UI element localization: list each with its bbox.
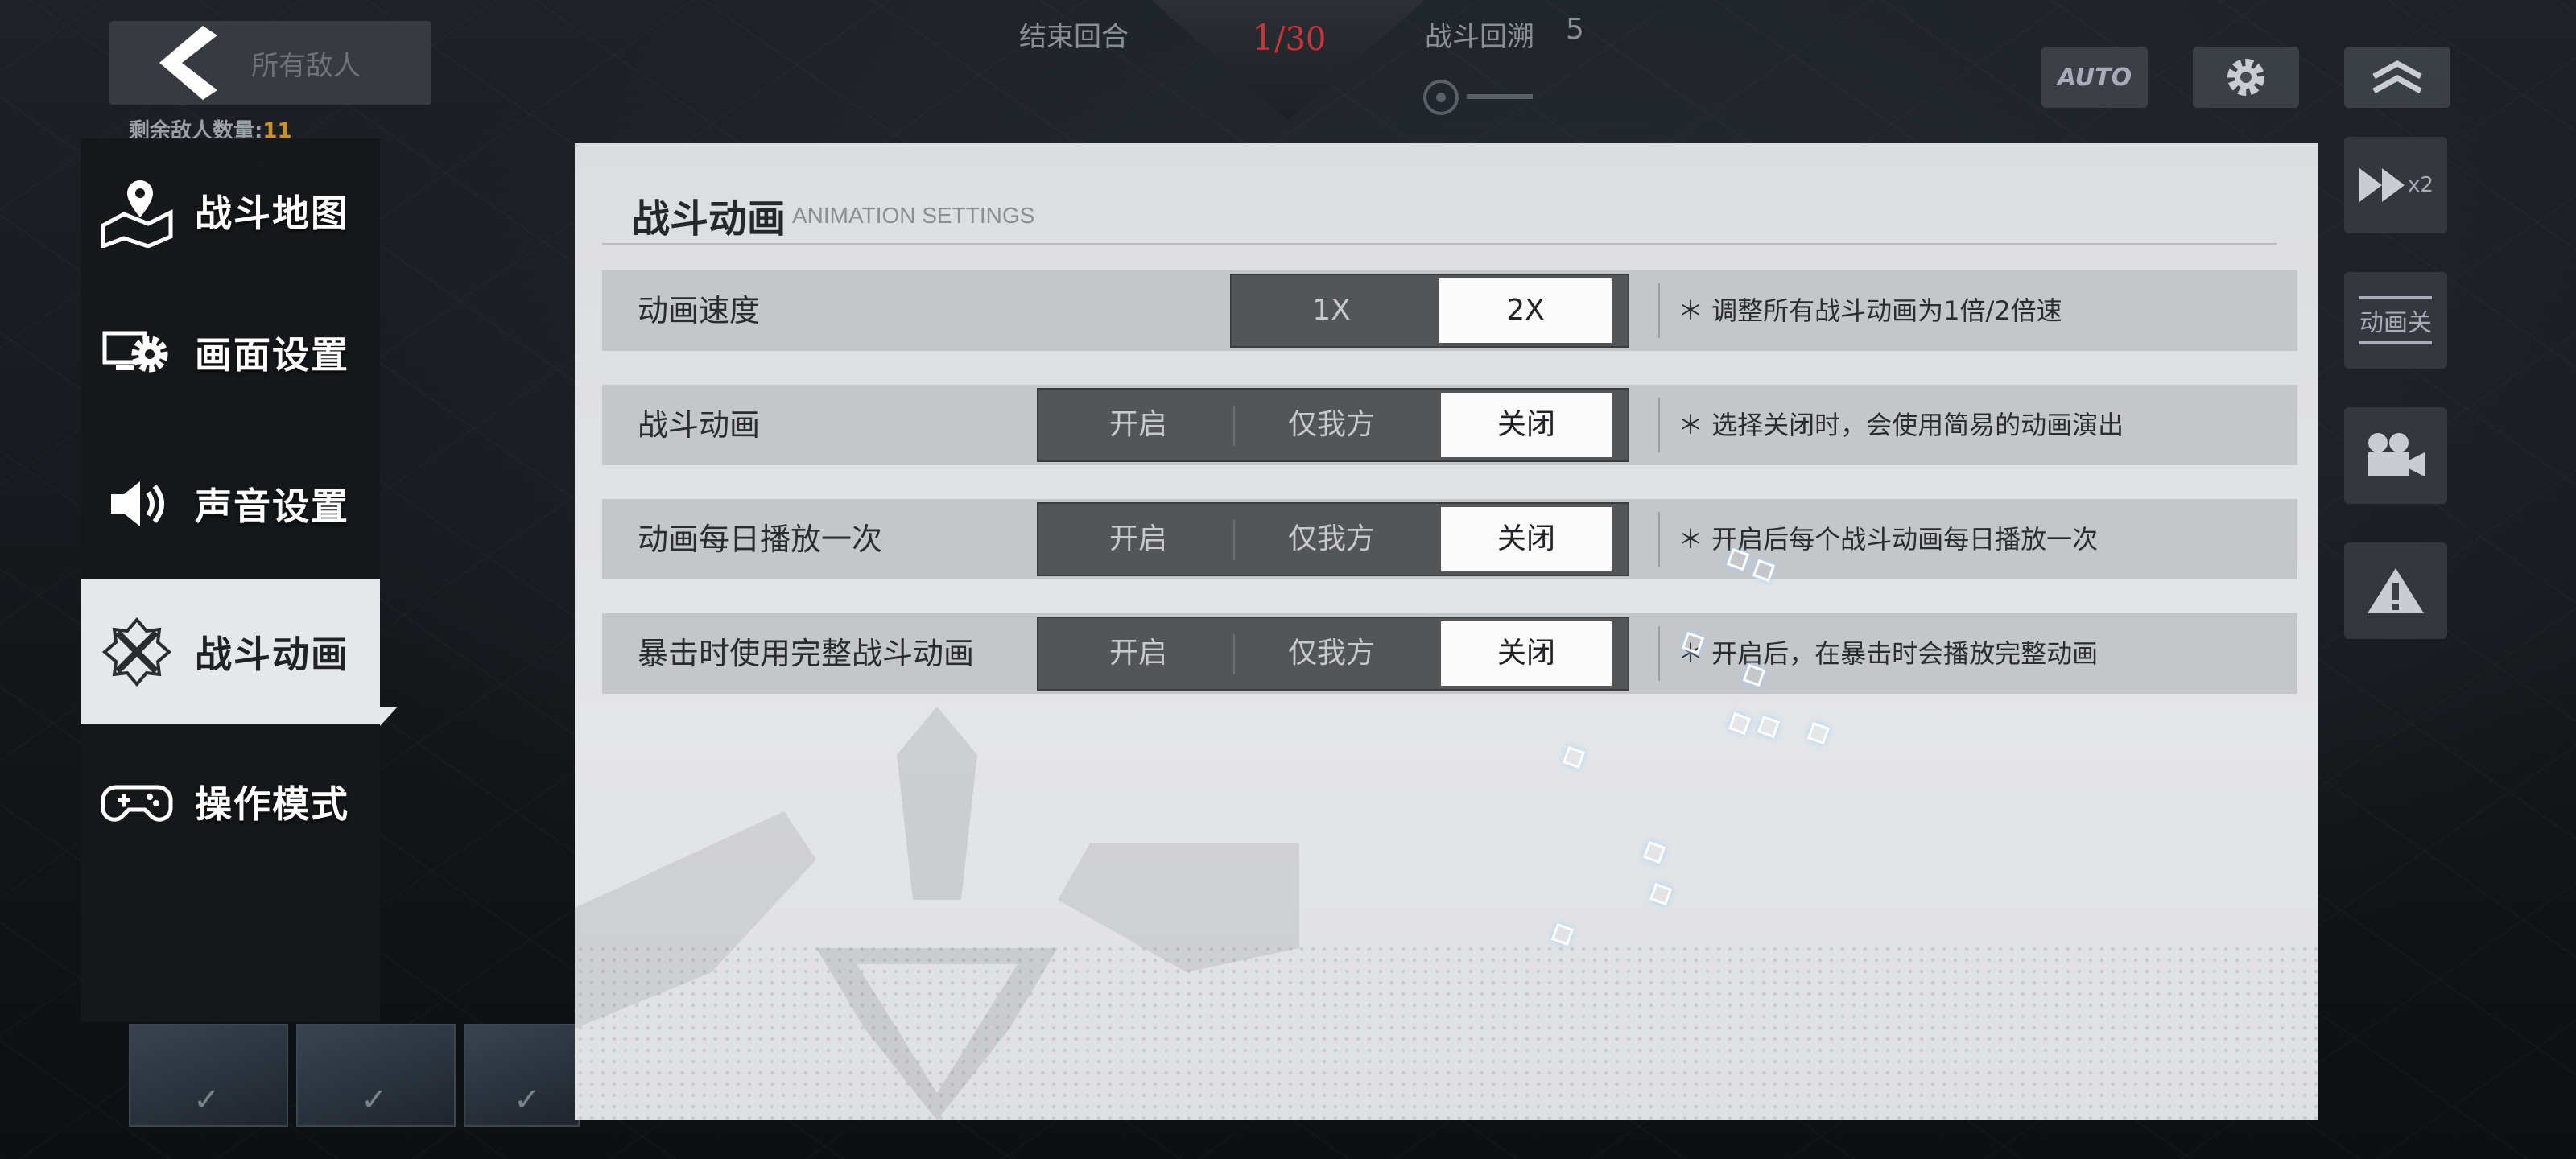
sparkle-particle — [1728, 711, 1752, 736]
setting-label: 战斗动画 — [638, 407, 761, 443]
turn-counter: 1/30 — [1252, 18, 1327, 59]
row-divider — [1658, 512, 1660, 567]
sparkle-particle — [1757, 715, 1781, 739]
target-icon — [1423, 80, 1533, 115]
option-on[interactable]: 开启 — [1042, 507, 1235, 571]
menu-item-sound-settings[interactable]: 声音设置 — [80, 431, 380, 576]
setting-note: ＊ 开启后，在暴击时会播放完整动画 — [1678, 638, 2099, 669]
dot-pattern — [575, 943, 2318, 1120]
speed-badge: x2 — [2408, 173, 2434, 197]
option-on[interactable]: 开启 — [1042, 393, 1235, 457]
enemy-filter-text: 所有敌人 — [251, 50, 361, 82]
sparkle-particle — [1649, 882, 1673, 906]
turn-total: 30 — [1285, 21, 1327, 58]
option-own-side-only[interactable]: 仅我方 — [1235, 393, 1428, 457]
option-on[interactable]: 开启 — [1042, 621, 1235, 686]
panel-subtitle: ANIMATION SETTINGS — [792, 203, 1035, 228]
setting-note: ＊ 调整所有战斗动画为1倍/2倍速 — [1678, 295, 2062, 326]
row-divider — [1658, 398, 1660, 452]
crit-animation-segmented-control: 开启 仅我方 关闭 — [1037, 617, 1629, 691]
check-icon: ✓ — [361, 1082, 388, 1119]
menu-item-battle-animation[interactable]: 战斗动画 — [80, 580, 380, 724]
end-turn-button[interactable]: 结束回合 — [1019, 14, 1129, 54]
unit-portrait[interactable]: ✓ — [296, 1024, 456, 1127]
battle-animation-segmented-control: 开启 仅我方 关闭 — [1037, 388, 1629, 462]
menu-item-label: 操作模式 — [195, 782, 349, 826]
option-own-side-only[interactable]: 仅我方 — [1235, 621, 1428, 686]
unit-portrait[interactable]: ✓ — [129, 1024, 288, 1127]
collapse-button[interactable] — [2344, 47, 2450, 108]
warning-icon — [2368, 568, 2424, 613]
auto-label: AUTO — [2057, 63, 2132, 92]
sparkle-particle — [1642, 840, 1666, 864]
back-arrow-icon[interactable] — [145, 21, 225, 105]
gear-icon — [2227, 59, 2264, 96]
auto-battle-button[interactable]: AUTO — [2041, 47, 2148, 108]
option-1x[interactable]: 1X — [1235, 278, 1428, 343]
setting-label: 动画每日播放一次 — [638, 522, 883, 557]
setting-row-battle-animation: 战斗动画 开启 仅我方 关闭 ＊ 选择关闭时，会使用简易的动画演出 — [602, 385, 2297, 465]
setting-label: 暴击时使用完整战斗动画 — [638, 636, 975, 671]
menu-item-display-settings[interactable]: 画面设置 — [80, 280, 380, 425]
video-camera-icon — [2368, 433, 2425, 476]
speaker-icon — [98, 465, 175, 542]
crossed-swords-icon — [98, 613, 175, 691]
warning-button[interactable] — [2344, 542, 2447, 639]
menu-item-label: 画面设置 — [195, 333, 349, 377]
gamepad-icon — [98, 763, 175, 840]
option-off[interactable]: 关闭 — [1441, 621, 1612, 686]
animation-settings-panel: 战斗动画 ANIMATION SETTINGS 动画速度 1X 2X ＊ 调整所… — [575, 143, 2318, 1120]
row-divider — [1658, 626, 1660, 681]
setting-row-daily-once: 动画每日播放一次 开启 仅我方 关闭 ＊ 开启后每个战斗动画每日播放一次 — [602, 499, 2297, 580]
check-icon: ✓ — [193, 1082, 221, 1119]
setting-row-animation-speed: 动画速度 1X 2X ＊ 调整所有战斗动画为1倍/2倍速 — [602, 270, 2297, 351]
turn-current: 1 — [1252, 18, 1274, 59]
animation-toggle-button[interactable]: 动画关 — [2344, 272, 2447, 369]
option-2x[interactable]: 2X — [1439, 278, 1612, 343]
panel-title: 战斗动画 — [631, 196, 786, 241]
speed-toggle-button[interactable]: x2 — [2344, 137, 2447, 233]
check-icon: ✓ — [514, 1082, 541, 1119]
menu-item-label: 战斗动画 — [195, 633, 349, 676]
menu-item-control-mode[interactable]: 操作模式 — [80, 729, 380, 874]
menu-item-label: 声音设置 — [195, 485, 349, 528]
row-divider — [1658, 283, 1660, 338]
battle-rewind-button[interactable]: 战斗回溯 — [1425, 14, 1534, 54]
setting-label: 动画速度 — [638, 293, 761, 328]
unit-portrait[interactable]: ✓ — [464, 1024, 580, 1127]
display-gear-icon — [98, 314, 175, 391]
menu-item-battle-map[interactable]: 战斗地图 — [80, 138, 380, 283]
rewind-count: 5 — [1566, 13, 1584, 46]
sparkle-particle — [1550, 922, 1575, 947]
option-off[interactable]: 关闭 — [1441, 393, 1612, 457]
map-pin-icon — [98, 172, 175, 250]
option-off[interactable]: 关闭 — [1441, 507, 1612, 571]
setting-row-crit-full-animation: 暴击时使用完整战斗动画 开启 仅我方 关闭 ＊ 开启后，在暴击时会播放完整动画 — [602, 613, 2297, 694]
option-own-side-only[interactable]: 仅我方 — [1235, 507, 1428, 571]
speed-segmented-control: 1X 2X — [1230, 274, 1629, 348]
sparkle-particle — [1562, 745, 1586, 769]
active-menu-pointer — [380, 707, 398, 726]
settings-menu: 战斗地图 画面设置 声音设置 战斗动画 操作模式 — [80, 138, 380, 1022]
sparkle-particle — [1806, 721, 1831, 745]
camera-button[interactable] — [2344, 407, 2447, 504]
animation-toggle-label: 动画关 — [2359, 296, 2432, 344]
fast-forward-icon — [2359, 168, 2405, 202]
daily-once-segmented-control: 开启 仅我方 关闭 — [1037, 502, 1629, 576]
setting-note: ＊ 选择关闭时，会使用简易的动画演出 — [1678, 410, 2124, 440]
menu-item-label: 战斗地图 — [195, 192, 349, 235]
title-divider — [602, 243, 2277, 245]
settings-button[interactable] — [2193, 47, 2299, 108]
chevron-up-double-icon — [2372, 60, 2422, 94]
